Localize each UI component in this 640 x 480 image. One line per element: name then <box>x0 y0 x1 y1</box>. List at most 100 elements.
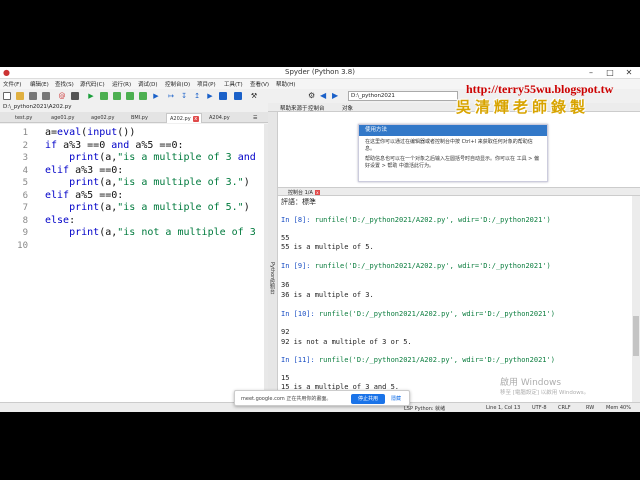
new-file-icon[interactable] <box>3 92 11 100</box>
back-arrow-icon[interactable]: ◀ <box>320 91 326 101</box>
code-line: print(a,"is a multiple of 3.") <box>69 177 250 188</box>
menu-file[interactable]: 文件(F) <box>3 80 21 88</box>
signature-watermark: 吳清輝老師錄製 <box>456 98 590 116</box>
ipython-console[interactable]: 評語：標準 In [8]: runfile('D:/_python2021/A2… <box>278 196 632 412</box>
code-line: print(a,"is not a multiple of 3 <box>69 227 256 238</box>
editor-tabs: test.py age01.py age02.py BMI.py A202.py… <box>0 112 268 123</box>
tab-a202[interactable]: A202.py x <box>166 113 202 123</box>
code-line: print(a,"is a multiple of 3 and <box>69 152 256 163</box>
prompt: In [9]: <box>281 262 311 270</box>
run-cell-advance-icon[interactable] <box>113 92 121 100</box>
code-line: print(a,"is a multiple of 5.") <box>69 202 250 213</box>
tab-test[interactable]: test.py <box>12 113 32 123</box>
step-icon[interactable]: ↦ <box>167 92 175 100</box>
debug-icon[interactable]: ▶ <box>152 92 160 100</box>
menu-console[interactable]: 控制台(O) <box>165 80 190 88</box>
step-return-icon[interactable]: ↥ <box>193 92 201 100</box>
step-into-icon[interactable]: ↧ <box>180 92 188 100</box>
tab-label: age01.py <box>51 115 75 121</box>
tab-help-source[interactable]: 帮助来源于 <box>280 104 308 112</box>
code-editor[interactable]: 1 2 3 4 5 6 7 8 9 10 a=eval(input()) if … <box>0 124 264 412</box>
command: runfile('D:/_python2021/A202.py', wdir='… <box>314 356 555 364</box>
hide-button[interactable]: 隱藏 <box>391 395 401 402</box>
close-console-icon[interactable]: x <box>314 190 320 195</box>
tab-menu-icon[interactable]: ☰ <box>250 113 257 123</box>
minimize-icon[interactable]: – <box>582 67 600 79</box>
line-number: 9 <box>22 228 28 238</box>
tab-bmi[interactable]: BMI.py <box>128 113 148 123</box>
prompt: In [11]: <box>281 356 315 364</box>
menu-tools[interactable]: 工具(T) <box>224 80 243 88</box>
close-tab-icon[interactable]: x <box>192 115 199 122</box>
blog-url-watermark: http://terry55wu.blogspot.tw <box>466 82 614 96</box>
run-selection-icon[interactable] <box>126 92 134 100</box>
tab-help-console[interactable]: 控制台 <box>308 104 325 112</box>
file-encoding: UTF-8 <box>532 405 547 411</box>
stop-icon[interactable] <box>219 92 227 100</box>
tab-a204[interactable]: A204.py <box>206 113 230 123</box>
python-icon[interactable]: ⚙ <box>308 91 315 101</box>
tab-label: BMI.py <box>131 115 148 121</box>
python-console-label[interactable]: Python控制台 <box>269 262 276 294</box>
code-line: a=eval(input()) <box>45 127 136 138</box>
maximize-pane-icon[interactable] <box>234 92 242 100</box>
tab-help-object[interactable]: 对象 <box>342 104 353 112</box>
console-scrollbar[interactable] <box>632 196 640 412</box>
line-number: 2 <box>22 140 28 151</box>
stop-sharing-button[interactable]: 停止共用 <box>351 394 385 404</box>
menu-source[interactable]: 源代码(C) <box>80 80 105 88</box>
title-bar: ● Spyder (Python 3.8) – □ ✕ <box>0 67 640 79</box>
usage-text: 在这里你可以通过在编辑器或者控制台中按 Ctrl+I 来获取任何对象的帮助信息。 <box>365 139 533 152</box>
continue-icon[interactable]: ▶ <box>206 92 214 100</box>
console-input: In [10]: runfile('D:/_python2021/A202.py… <box>281 310 555 318</box>
editor-toolbar: @ ▶ ▶ ↦ ↧ ↥ ▶ ⚒ <box>0 89 268 103</box>
working-directory-field[interactable]: D:\_python2021 <box>348 91 458 101</box>
tab-age01[interactable]: age01.py <box>48 113 74 123</box>
tab-label: age02.py <box>91 115 115 121</box>
save-icon[interactable] <box>29 92 37 100</box>
usage-text-2: 帮助信息也可以在一个对象之后输入左圆括号时自动显示。你可以在 工具 > 偏好设置… <box>365 156 539 169</box>
menu-run[interactable]: 运行(R) <box>112 80 131 88</box>
tab-age02[interactable]: age02.py <box>88 113 114 123</box>
line-endings: CRLF <box>558 405 571 411</box>
save-all-icon[interactable] <box>42 92 50 100</box>
console-output: 15 <box>281 374 290 382</box>
maximize-icon[interactable]: □ <box>601 67 619 79</box>
run-cell-icon[interactable] <box>100 92 108 100</box>
line-number: 6 <box>22 190 28 201</box>
console-tabs: 控制台 1/A x <box>278 187 640 196</box>
lsp-status: LSP Python: 就绪 <box>404 406 446 412</box>
open-folder-icon[interactable] <box>16 92 24 100</box>
menu-project[interactable]: 项目(P) <box>197 80 216 88</box>
command: runfile('D:/_python2021/A202.py', wdir='… <box>314 310 555 318</box>
wrench-icon[interactable]: ⚒ <box>250 92 258 100</box>
line-number: 3 <box>22 153 28 163</box>
tab-label: A204.py <box>209 115 230 121</box>
console-input: In [8]: runfile('D:/_python2021/A202.py'… <box>281 216 551 224</box>
menu-debug[interactable]: 调试(D) <box>138 80 158 88</box>
preferences-icon[interactable] <box>71 92 79 100</box>
line-number: 4 <box>22 165 28 176</box>
side-panel: Python控制台 <box>268 112 278 412</box>
console-input: In [9]: runfile('D:/_python2021/A202.py'… <box>281 262 551 270</box>
console-input: In [11]: runfile('D:/_python2021/A202.py… <box>281 356 555 364</box>
run-icon[interactable]: ▶ <box>87 92 95 100</box>
tab-console-1[interactable]: 控制台 1/A x <box>288 189 320 196</box>
command: runfile('D:/_python2021/A202.py', wdir='… <box>310 262 551 270</box>
screen-share-notification: meet.google.com 正在共用你的畫面。 停止共用 隱藏 <box>234 390 410 406</box>
at-sign-icon[interactable]: @ <box>58 92 66 100</box>
forward-arrow-icon[interactable]: ▶ <box>332 91 338 101</box>
tab-label: test.py <box>15 115 33 121</box>
menu-edit[interactable]: 编辑(E) <box>30 80 49 88</box>
menu-search[interactable]: 查找(S) <box>55 80 74 88</box>
menu-help[interactable]: 帮助(H) <box>276 80 295 88</box>
code-line: elif a%5 ==0: <box>45 189 124 201</box>
menu-view[interactable]: 查看(V) <box>250 80 269 88</box>
rerun-icon[interactable] <box>139 92 147 100</box>
scroll-thumb[interactable] <box>633 316 639 356</box>
prompt: In [10]: <box>281 310 315 318</box>
close-icon[interactable]: ✕ <box>620 67 638 79</box>
line-number: 1 <box>22 128 28 138</box>
line-number: 7 <box>22 203 28 213</box>
code-line: else: <box>45 214 76 226</box>
